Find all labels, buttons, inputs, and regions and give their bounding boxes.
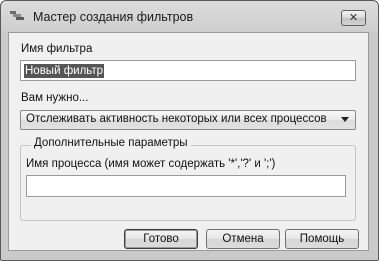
process-name-label: Имя процесса (имя может содержать '*','?… (26, 158, 276, 170)
dialog-body: Имя фильтра Новый фильтр Вам нужно... От… (8, 32, 369, 251)
window-title: Мастер создания фильтров (33, 10, 194, 24)
process-name-input[interactable] (26, 175, 346, 197)
advanced-params-title: Дополнительные параметры (31, 137, 191, 149)
need-dropdown[interactable]: Отслеживать активность некоторых или все… (20, 110, 356, 130)
ok-button[interactable]: Готово (124, 229, 198, 249)
cancel-button[interactable]: Отмена (206, 229, 280, 249)
chevron-down-icon (341, 117, 349, 122)
help-button[interactable]: Помощь (285, 229, 359, 249)
filter-name-value: Новый фильтр (24, 64, 105, 78)
dialog-window: Мастер создания фильтров ✕ Имя фильтра Н… (0, 0, 379, 261)
close-button[interactable]: ✕ (341, 10, 366, 26)
filter-wizard-icon (10, 11, 24, 20)
close-icon: ✕ (348, 12, 359, 24)
filter-name-input[interactable]: Новый фильтр (20, 60, 356, 81)
need-selected-value: Отслеживать активность некоторых или все… (26, 113, 327, 125)
filter-name-label: Имя фильтра (21, 43, 93, 55)
need-label: Вам нужно... (21, 92, 89, 104)
title-bar[interactable]: Мастер создания фильтров ✕ (1, 1, 378, 32)
